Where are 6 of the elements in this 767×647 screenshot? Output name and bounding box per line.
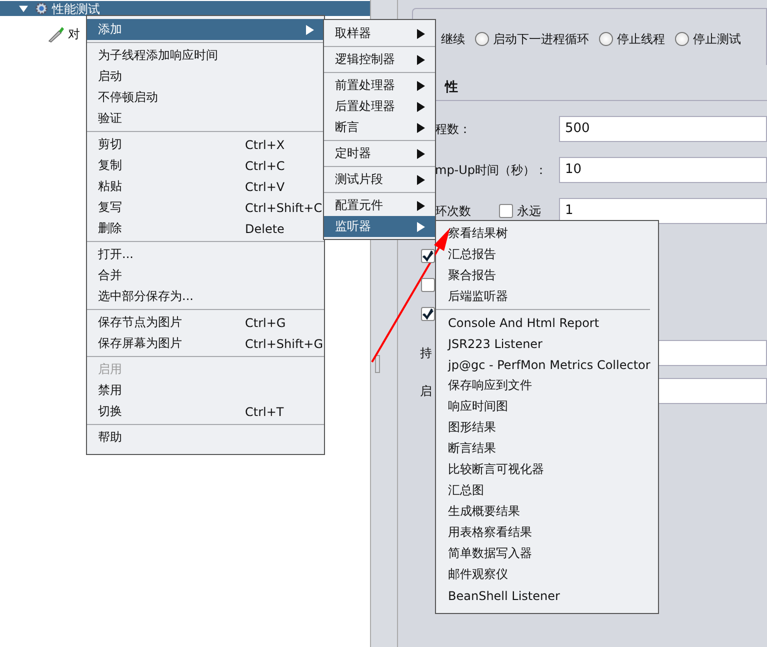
field-label: 启 <box>420 382 433 400</box>
radio-label: 继续 <box>441 30 465 48</box>
field-label: 程数： <box>435 120 472 138</box>
field-label: mp-Up时间（秒）： <box>435 162 548 178</box>
field-label: 环次数 <box>435 202 472 220</box>
field-label: 持 <box>420 344 433 362</box>
